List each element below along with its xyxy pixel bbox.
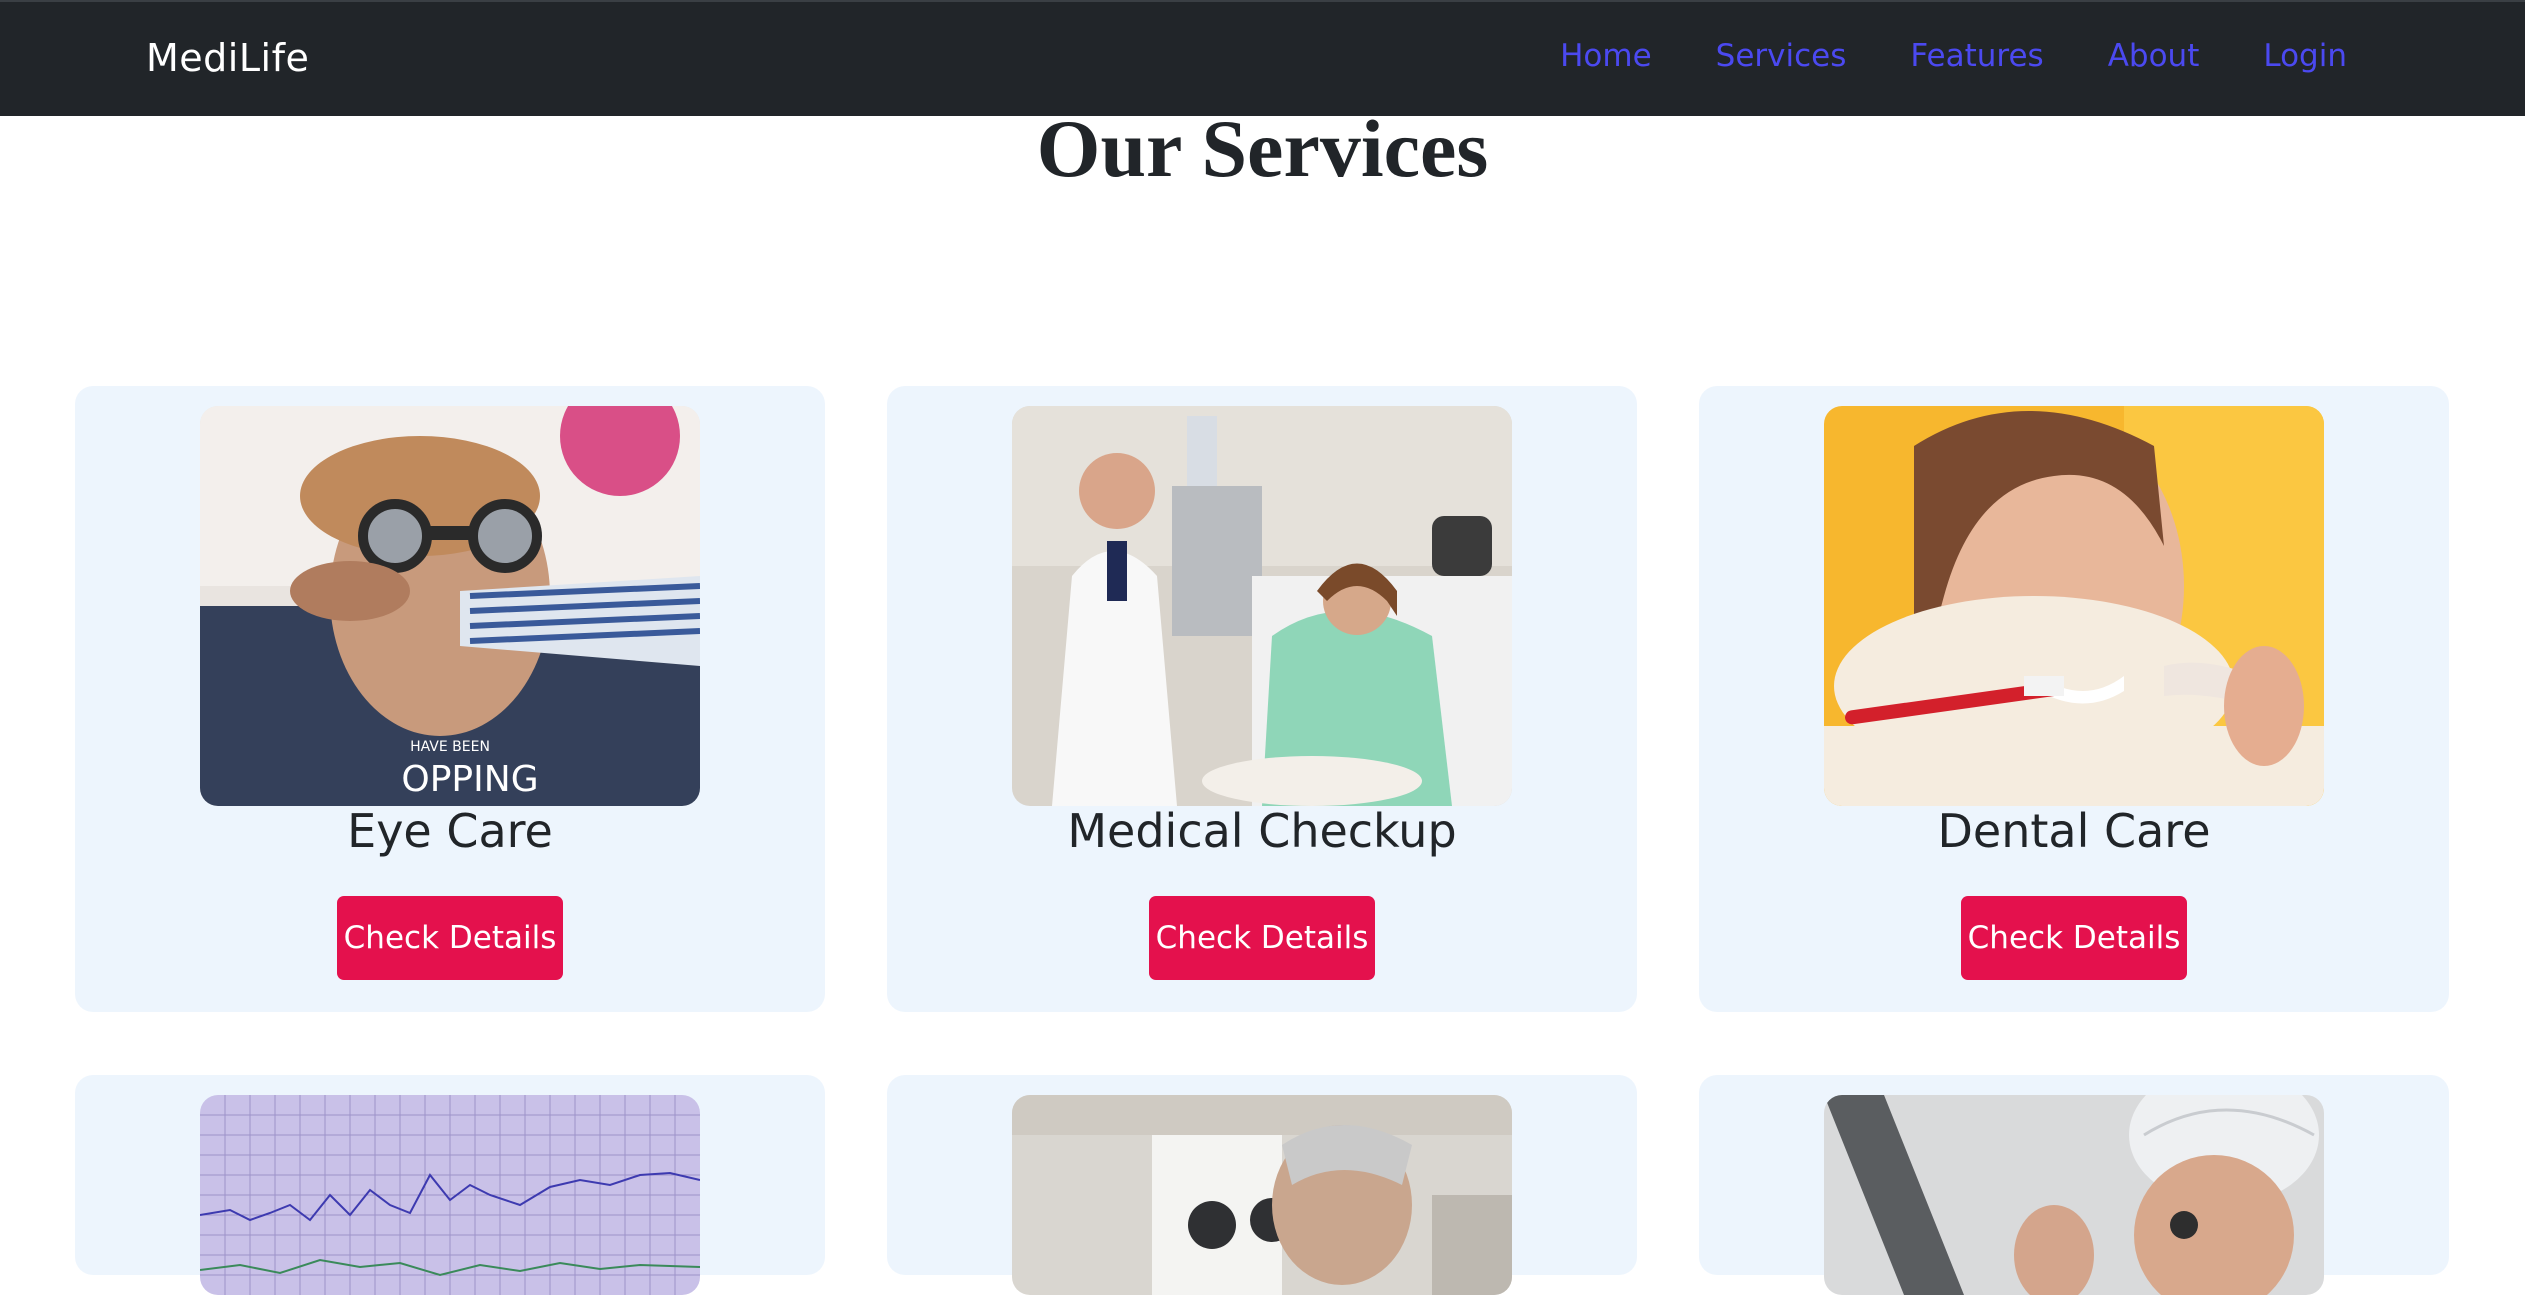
brand-logo[interactable]: MediLife xyxy=(146,36,309,80)
check-details-button[interactable]: Check Details xyxy=(1149,896,1375,980)
doctor-patient-image xyxy=(1012,406,1512,806)
nav-link-services[interactable]: Services xyxy=(1716,38,1847,74)
nav-link-about[interactable]: About xyxy=(2108,38,2200,74)
svg-text:OPPING: OPPING xyxy=(401,759,538,800)
check-details-button[interactable]: Check Details xyxy=(1961,896,2187,980)
service-card-dental-care: Dental Care Check Details xyxy=(1699,386,2449,1012)
service-card-medical-checkup: Medical Checkup Check Details xyxy=(887,386,1637,1012)
lab-microscope-image xyxy=(1012,1095,1512,1295)
nav-link-login[interactable]: Login xyxy=(2263,38,2347,74)
card-title: Dental Care xyxy=(1937,804,2211,858)
card-title: Medical Checkup xyxy=(1067,804,1457,858)
svg-text:HAVE BEEN: HAVE BEEN xyxy=(410,739,490,755)
ecg-chart-image xyxy=(200,1095,700,1295)
toothbrush-image xyxy=(1824,406,2324,806)
card-title: Eye Care xyxy=(347,804,553,858)
nav-links: Home Services Features About Login xyxy=(1496,38,2347,74)
navbar: MediLife Home Services Features About Lo… xyxy=(0,0,2525,116)
service-card-6 xyxy=(1699,1075,2449,1295)
service-card-eye-care: HAVE BEEN OPPING Eye Care Check Details xyxy=(75,386,825,1012)
eye-exam-image: HAVE BEEN OPPING xyxy=(200,406,700,806)
nav-link-features[interactable]: Features xyxy=(1910,38,2043,74)
surgeon-image xyxy=(1824,1095,2324,1295)
nav-link-home[interactable]: Home xyxy=(1560,38,1652,74)
check-details-button[interactable]: Check Details xyxy=(337,896,563,980)
service-card-4 xyxy=(75,1075,825,1295)
service-card-5 xyxy=(887,1075,1637,1295)
page-title: Our Services xyxy=(1036,103,1489,194)
